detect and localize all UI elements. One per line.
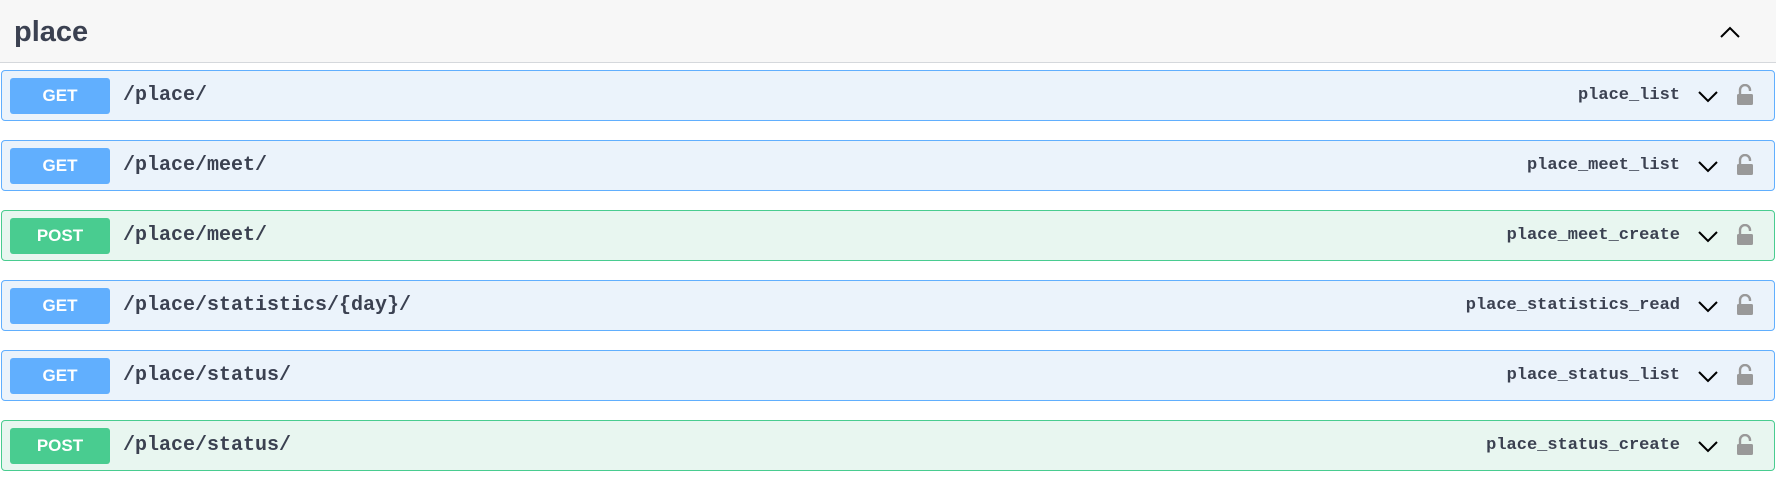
chevron-down-icon[interactable] [1695, 225, 1721, 247]
operation-row[interactable]: GET /place/ place_list [1, 70, 1775, 121]
method-badge: GET [10, 78, 110, 114]
operation-path: /place/status/ [123, 364, 292, 387]
operation-row[interactable]: POST /place/meet/ place_meet_create [1, 210, 1775, 261]
lock-open-icon[interactable] [1734, 292, 1756, 318]
operation-path: /place/statistics/{day}/ [123, 294, 412, 317]
operation-row[interactable]: POST /place/status/ place_status_create [1, 420, 1775, 471]
chevron-down-icon[interactable] [1695, 295, 1721, 317]
method-badge: GET [10, 358, 110, 394]
lock-open-icon[interactable] [1734, 222, 1756, 248]
operations-list: GET /place/ place_list GET /place/meet/ … [0, 70, 1776, 490]
lock-open-icon[interactable] [1734, 432, 1756, 458]
operation-id: place_status_create [1486, 436, 1680, 455]
method-badge: POST [10, 218, 110, 254]
chevron-down-icon[interactable] [1695, 365, 1721, 387]
operation-path: /place/ [123, 84, 208, 107]
operation-id: place_meet_create [1506, 226, 1680, 245]
operation-id: place_meet_list [1526, 156, 1680, 175]
operation-id: place_status_list [1506, 366, 1680, 385]
operation-id: place_statistics_read [1465, 296, 1680, 315]
method-badge: GET [10, 148, 110, 184]
chevron-down-icon[interactable] [1695, 155, 1721, 177]
lock-open-icon[interactable] [1734, 152, 1756, 178]
operation-path: /place/meet/ [123, 224, 268, 247]
operation-row[interactable]: GET /place/status/ place_status_list [1, 350, 1775, 401]
operation-row[interactable]: GET /place/statistics/{day}/ place_stati… [1, 280, 1775, 331]
section-header[interactable]: place [0, 0, 1776, 63]
chevron-down-icon[interactable] [1695, 85, 1721, 107]
lock-open-icon[interactable] [1734, 362, 1756, 388]
chevron-up-icon[interactable] [1712, 16, 1748, 48]
chevron-down-icon[interactable] [1695, 435, 1721, 457]
operation-row[interactable]: GET /place/meet/ place_meet_list [1, 140, 1775, 191]
method-badge: GET [10, 288, 110, 324]
operation-path: /place/meet/ [123, 154, 268, 177]
operation-path: /place/status/ [123, 434, 292, 457]
lock-open-icon[interactable] [1734, 82, 1756, 108]
method-badge: POST [10, 428, 110, 464]
section-title: place [14, 16, 89, 48]
operation-id: place_list [1577, 86, 1680, 105]
